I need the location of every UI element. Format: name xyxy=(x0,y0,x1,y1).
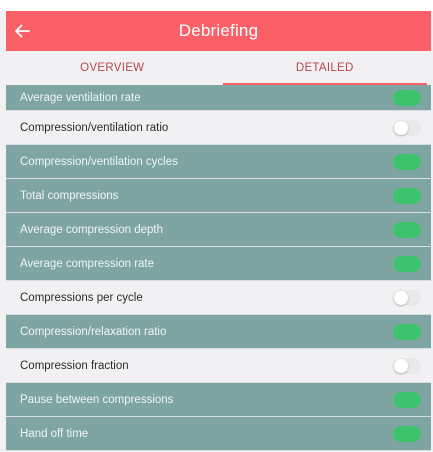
setting-label: Total compressions xyxy=(20,189,119,202)
page-title: Debriefing xyxy=(178,21,259,40)
setting-row: Pause between compressions xyxy=(6,383,431,417)
setting-label: Average compression rate xyxy=(20,257,155,270)
toggle-knob xyxy=(394,290,408,305)
app-header: Debriefing xyxy=(6,11,431,51)
tab-overview[interactable]: OVERVIEW xyxy=(6,51,219,85)
setting-label: Compression/ventilation cycles xyxy=(20,155,178,168)
toggle-knob xyxy=(406,392,420,407)
setting-label: Compression/relaxation ratio xyxy=(20,325,167,338)
setting-row: Compression/relaxation ratio xyxy=(6,315,431,349)
setting-row: Average compression depth xyxy=(6,213,431,247)
setting-toggle[interactable] xyxy=(393,357,421,374)
setting-row: Average ventilation rate xyxy=(6,85,431,111)
toggle-knob xyxy=(406,426,420,441)
setting-label: Compression/ventilation ratio xyxy=(20,121,169,134)
setting-toggle[interactable] xyxy=(393,425,421,442)
setting-toggle[interactable] xyxy=(393,221,421,238)
setting-row: Compression fraction xyxy=(6,349,431,383)
toggle-knob xyxy=(394,120,408,135)
setting-toggle[interactable] xyxy=(393,119,421,136)
setting-label: Compressions per cycle xyxy=(20,291,143,304)
toggle-knob xyxy=(394,358,408,373)
setting-row: Total compressions xyxy=(6,179,431,213)
status-bar xyxy=(0,0,433,11)
arrow-left-icon xyxy=(15,24,30,38)
toggle-knob xyxy=(406,256,420,271)
setting-toggle[interactable] xyxy=(393,323,421,340)
toggle-knob xyxy=(406,222,420,237)
setting-label: Average ventilation rate xyxy=(20,91,141,104)
setting-row: Average compression rate xyxy=(6,247,431,281)
setting-label: Compression fraction xyxy=(20,359,129,372)
tab-bar: OVERVIEW DETAILED xyxy=(6,51,431,85)
toggle-knob xyxy=(406,324,420,339)
setting-toggle[interactable] xyxy=(393,153,421,170)
setting-toggle[interactable] xyxy=(393,89,421,106)
debriefing-screen: Debriefing OVERVIEW DETAILED Average ven… xyxy=(0,0,433,452)
back-button[interactable] xyxy=(14,11,50,51)
toggle-knob xyxy=(406,154,420,169)
tab-detailed[interactable]: DETAILED xyxy=(219,51,432,85)
setting-row: Compression/ventilation ratio xyxy=(6,111,431,145)
toggle-knob xyxy=(406,188,420,203)
setting-label: Hand off time xyxy=(20,427,89,440)
toggle-knob xyxy=(406,90,420,105)
setting-row: Compressions per cycle xyxy=(6,281,431,315)
setting-label: Pause between compressions xyxy=(20,393,174,406)
setting-row: Hand off time xyxy=(6,417,431,451)
setting-row: Compression/ventilation cycles xyxy=(6,145,431,179)
setting-toggle[interactable] xyxy=(393,255,421,272)
setting-label: Average compression depth xyxy=(20,223,163,236)
settings-list: Average ventilation rate Compression/vent… xyxy=(6,85,431,451)
setting-toggle[interactable] xyxy=(393,289,421,306)
setting-toggle[interactable] xyxy=(393,391,421,408)
setting-toggle[interactable] xyxy=(393,187,421,204)
